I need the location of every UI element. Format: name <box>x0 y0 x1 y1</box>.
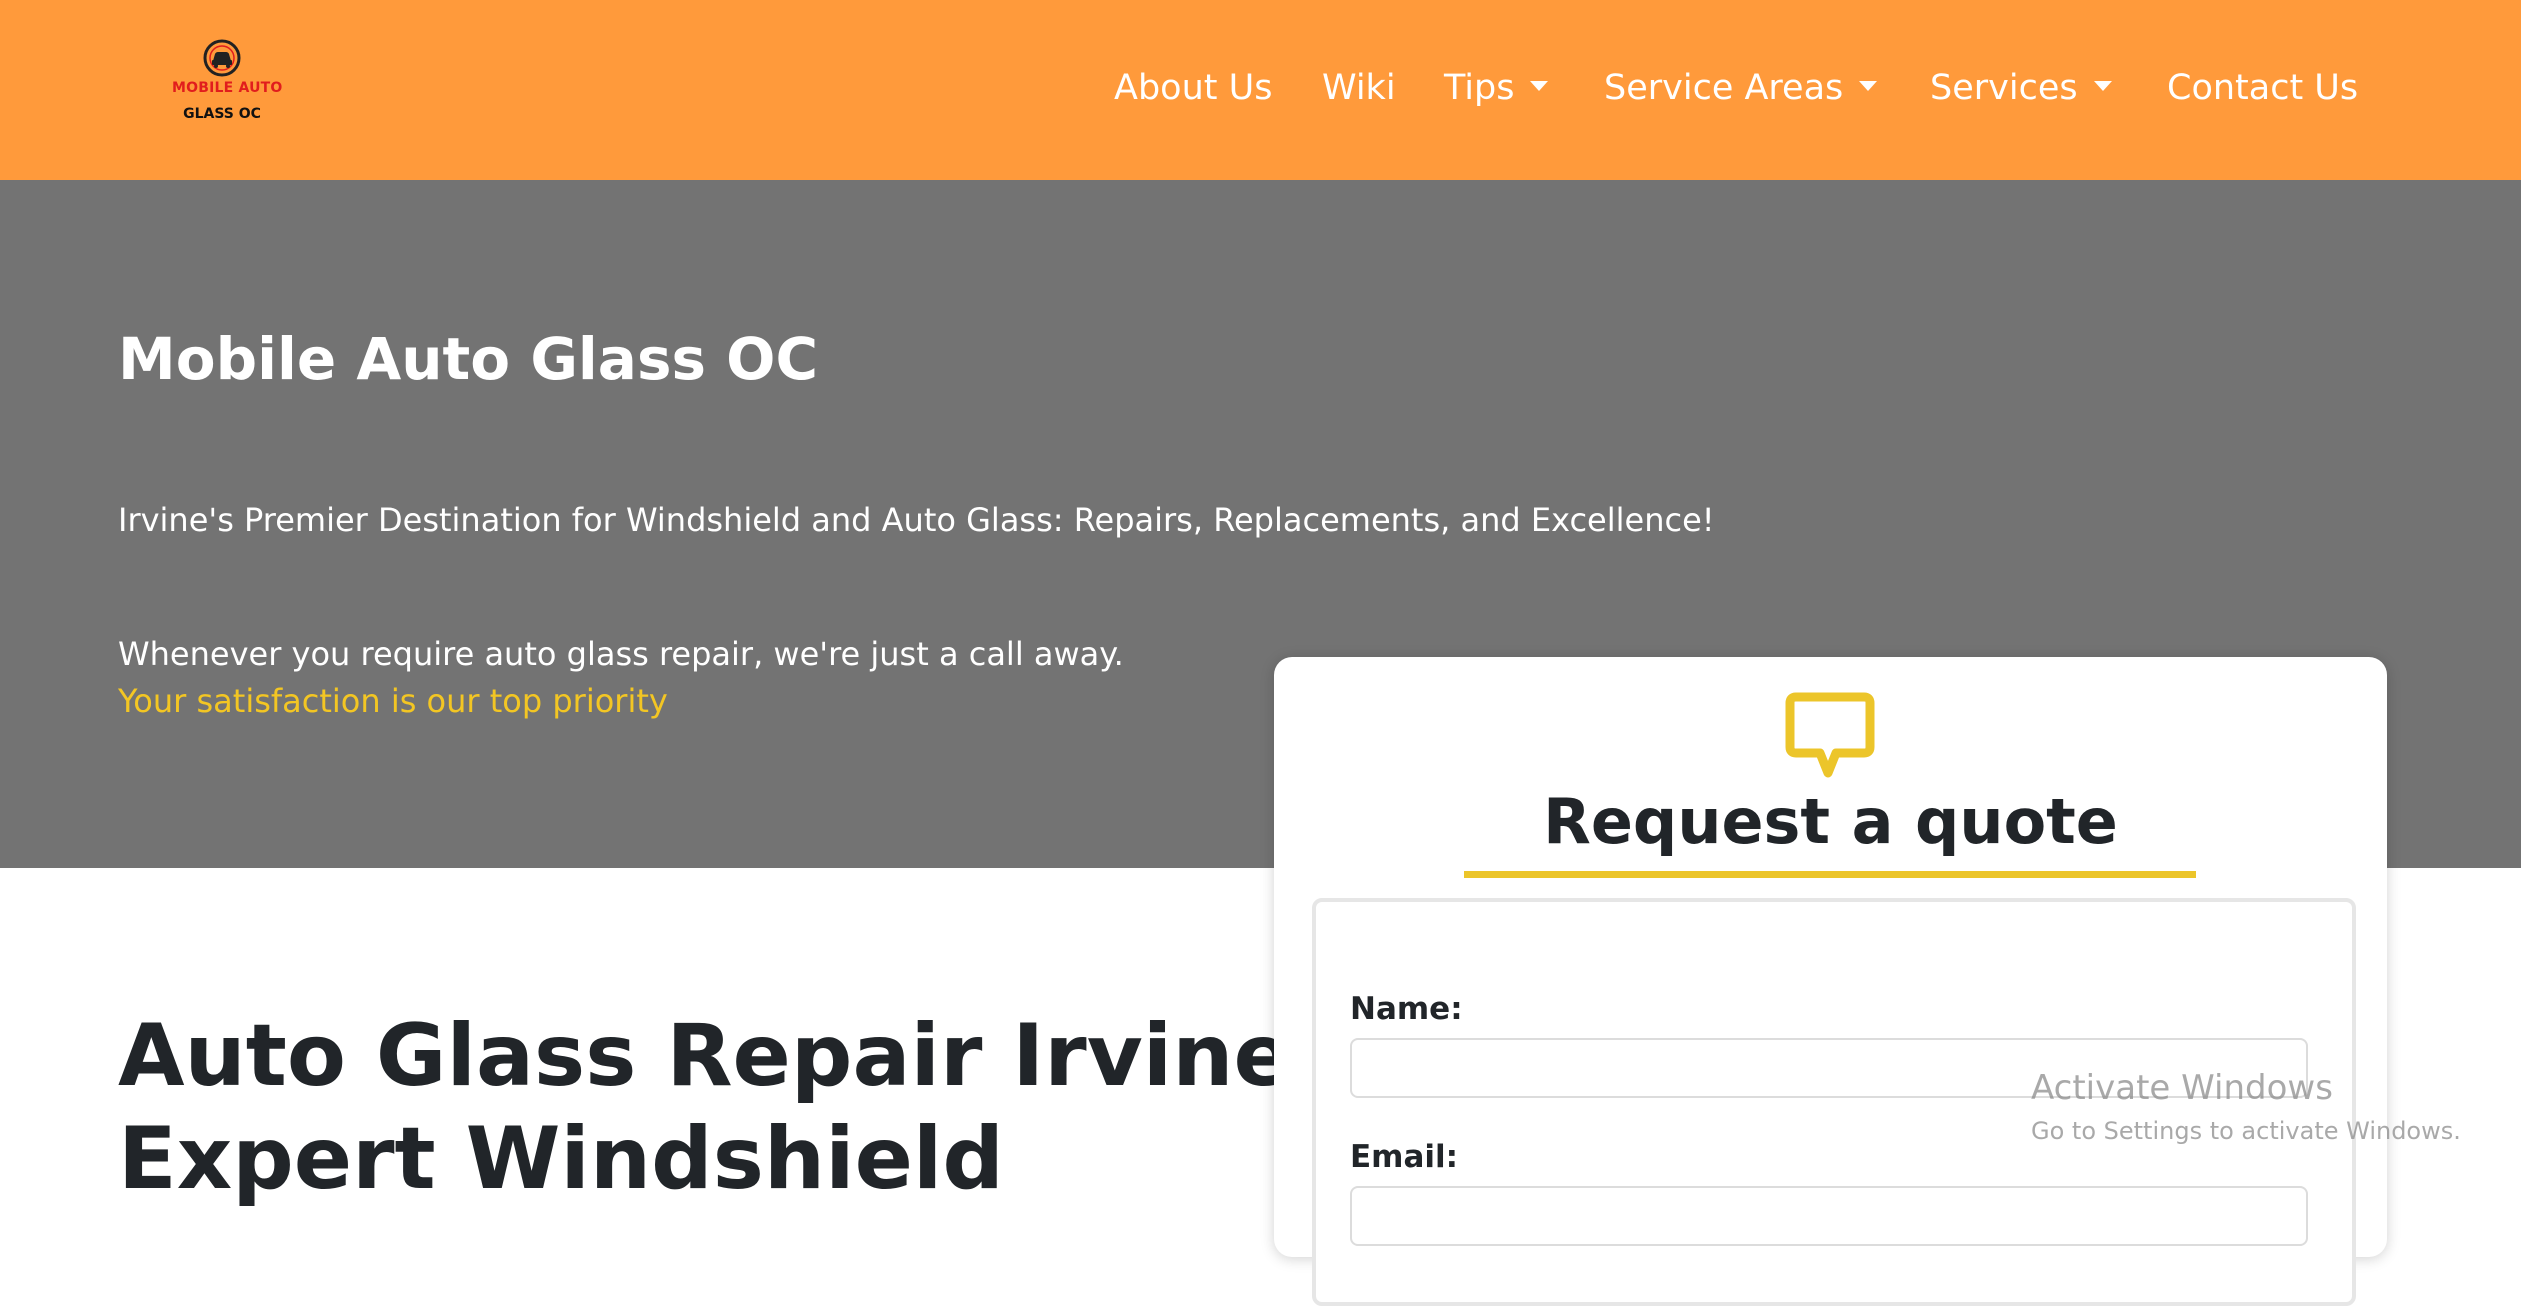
caret-down-icon <box>1530 81 1549 91</box>
nav-about-us[interactable]: About Us <box>1114 64 1272 112</box>
nav-tips-label: Tips <box>1444 68 1515 108</box>
hero-title: Mobile Auto Glass OC <box>118 325 819 393</box>
activate-windows-title: Activate Windows <box>2031 1068 2333 1108</box>
nav-service-areas-dropdown[interactable]: Service Areas <box>1604 64 1878 112</box>
site-logo[interactable]: MOBILE AUTO GLASS OC <box>172 38 283 138</box>
hero-call-line: Whenever you require auto glass repair, … <box>118 635 1124 673</box>
nav-services-label: Services <box>1930 68 2078 108</box>
hero-tagline: Irvine's Premier Destination for Windshi… <box>118 501 1715 539</box>
name-label: Name: <box>1350 991 1463 1027</box>
logo-text-line1: MOBILE AUTO <box>172 80 283 96</box>
top-navbar: MOBILE AUTO GLASS OC About Us Wiki Tips … <box>0 0 2521 180</box>
hero-priority-line: Your satisfaction is our top priority <box>118 682 668 720</box>
nav-wiki[interactable]: Wiki <box>1322 64 1396 112</box>
car-logo-icon <box>203 39 241 77</box>
nav-tips-dropdown[interactable]: Tips <box>1444 64 1549 112</box>
email-label: Email: <box>1350 1139 1459 1175</box>
quote-title: Request a quote <box>1543 785 2118 858</box>
caret-down-icon <box>2093 81 2112 91</box>
main-heading: Auto Glass Repair Irvine: Expert Windshie… <box>118 1005 1326 1211</box>
nav-contact-us[interactable]: Contact Us <box>2167 64 2358 112</box>
quote-card: Request a quote Name: Email: <box>1274 657 2387 1306</box>
main-heading-line2: Expert Windshield <box>118 1109 1004 1210</box>
activate-windows-subtitle: Go to Settings to activate Windows. <box>2031 1117 2461 1145</box>
email-input[interactable] <box>1350 1186 2308 1246</box>
nav-service-areas-label: Service Areas <box>1604 68 1844 108</box>
chat-bubble-icon <box>1785 692 1875 778</box>
main-heading-line1: Auto Glass Repair Irvine: <box>118 1006 1327 1106</box>
quote-title-underline <box>1464 871 2196 878</box>
logo-text-line2: GLASS OC <box>183 106 261 122</box>
nav-services-dropdown[interactable]: Services <box>1930 64 2112 112</box>
caret-down-icon <box>1859 81 1878 91</box>
